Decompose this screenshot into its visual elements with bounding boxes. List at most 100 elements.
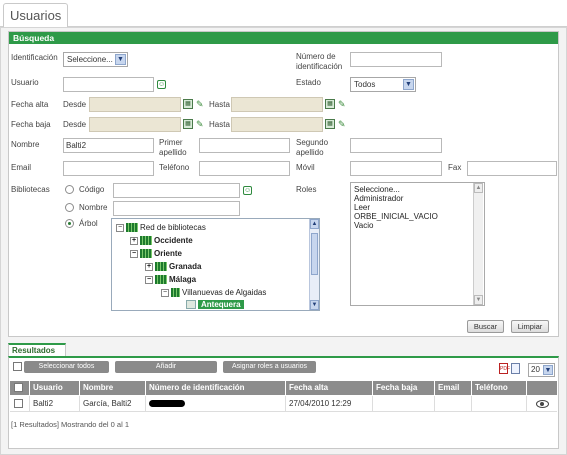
tree-scrollbar[interactable]: ▲ ▼ <box>309 219 319 310</box>
column-header-fecha-alta[interactable]: Fecha alta <box>286 381 373 395</box>
excel-icon[interactable] <box>511 363 520 374</box>
search-section-title: Búsqueda <box>9 32 558 44</box>
tree-node[interactable]: − Oriente <box>130 248 182 260</box>
column-header-fecha-baja[interactable]: Fecha baja <box>373 381 435 395</box>
nombre-input[interactable]: Balti2 <box>63 138 154 153</box>
pdf-icon[interactable]: PDF <box>499 363 510 374</box>
segundo-apellido-label: Segundo apellido <box>296 138 329 157</box>
select-all-checkbox[interactable] <box>13 362 22 371</box>
redacted-number <box>149 400 185 408</box>
tree-node-selected[interactable]: Antequera <box>186 299 244 311</box>
select-all-button[interactable]: Seleccionar todos <box>24 361 109 373</box>
radio-arbol[interactable] <box>65 219 74 228</box>
books-icon <box>140 249 152 259</box>
column-header-telefono[interactable]: Teléfono <box>472 381 527 395</box>
tree-node-label: Antequera <box>198 300 244 309</box>
calendar-icon[interactable]: ▦ <box>183 119 193 129</box>
tree-node-label: Red de bibliotecas <box>140 223 206 232</box>
column-header-nombre[interactable]: Nombre <box>80 381 146 395</box>
chevron-down-icon: ▼ <box>403 79 414 90</box>
nombre-biblioteca-input[interactable] <box>113 201 240 216</box>
primer-apellido-input[interactable] <box>199 138 290 153</box>
page-size-value: 20 <box>531 365 540 374</box>
books-icon <box>126 223 138 233</box>
fecha-alta-hasta-input[interactable] <box>231 97 323 112</box>
tree-node-label: Occidente <box>154 236 193 245</box>
telefono-label: Teléfono <box>159 163 190 172</box>
usuario-label: Usuario <box>11 78 39 87</box>
library-picker-icon[interactable]: ☺ <box>243 186 252 195</box>
identificacion-select[interactable]: Seleccione... ▼ <box>63 52 128 67</box>
limpiar-button[interactable]: Limpiar <box>511 320 549 333</box>
movil-input[interactable] <box>350 161 442 176</box>
collapse-icon[interactable]: − <box>145 275 153 284</box>
radio-arbol-label: Árbol <box>79 219 98 228</box>
column-header-usuario[interactable]: Usuario <box>30 381 80 395</box>
results-tab: Resultados <box>8 343 66 356</box>
fecha-alta-desde-input[interactable] <box>89 97 181 112</box>
asignar-roles-button[interactable]: Asignar roles a usuarios <box>223 361 316 373</box>
column-header-numero[interactable]: Número de identificación <box>146 381 286 395</box>
pencil-icon[interactable]: ✎ <box>338 119 346 129</box>
tab-bar: Usuarios <box>0 0 567 28</box>
pencil-icon[interactable]: ✎ <box>196 99 204 109</box>
expand-icon[interactable]: + <box>145 262 153 271</box>
column-header-actions <box>527 381 557 395</box>
email-input[interactable] <box>63 161 154 176</box>
codigo-input[interactable] <box>113 183 240 198</box>
scroll-down-icon[interactable]: ▼ <box>310 300 319 310</box>
roles-option[interactable]: Vacio <box>354 221 373 231</box>
telefono-input[interactable] <box>199 161 290 176</box>
table-row[interactable]: Balti2 García, Balti2 27/04/2010 12:29 <box>10 396 557 412</box>
scroll-up-icon[interactable]: ▲ <box>310 219 319 229</box>
tree-node[interactable]: + Granada <box>145 261 201 273</box>
book-icon <box>171 288 180 298</box>
library-tree[interactable]: − Red de bibliotecas + Occidente − Oriente … <box>111 218 320 311</box>
pencil-icon[interactable]: ✎ <box>196 119 204 129</box>
estado-select[interactable]: Todos ▼ <box>350 77 416 92</box>
scroll-thumb[interactable] <box>311 233 318 275</box>
estado-select-value: Todos <box>354 80 376 89</box>
anadir-button[interactable]: Añadir <box>115 361 217 373</box>
calendar-icon[interactable]: ▦ <box>325 119 335 129</box>
tab-usuarios[interactable]: Usuarios <box>3 3 68 28</box>
tree-node[interactable]: − Villanuevas de Algaidas <box>161 287 266 299</box>
user-picker-icon[interactable]: ☺ <box>157 80 166 89</box>
calendar-icon[interactable]: ▦ <box>325 99 335 109</box>
tree-node[interactable]: − Málaga <box>145 274 196 286</box>
page-size-select[interactable]: 20 ▼ <box>528 363 555 377</box>
column-header-email[interactable]: Email <box>435 381 472 395</box>
segundo-apellido-input[interactable] <box>350 138 442 153</box>
cell-telefono <box>472 396 527 412</box>
fecha-alta-hasta-label: Hasta <box>209 100 230 109</box>
tree-node[interactable]: + Occidente <box>130 235 193 247</box>
radio-codigo[interactable] <box>65 185 74 194</box>
buscar-button[interactable]: Buscar <box>467 320 504 333</box>
numero-identificacion-input[interactable] <box>350 52 442 67</box>
expand-icon[interactable]: + <box>130 236 138 245</box>
fecha-baja-desde-input[interactable] <box>89 117 181 132</box>
books-icon <box>140 236 152 246</box>
chevron-down-icon: ▼ <box>115 54 126 65</box>
scroll-up-icon[interactable]: ▲ <box>474 183 483 193</box>
tree-node-label: Granada <box>169 262 202 271</box>
fax-input[interactable] <box>467 161 557 176</box>
collapse-icon[interactable]: − <box>130 249 138 258</box>
pencil-icon[interactable]: ✎ <box>338 99 346 109</box>
collapse-icon[interactable]: − <box>116 223 124 232</box>
fecha-baja-hasta-input[interactable] <box>231 117 323 132</box>
scroll-down-icon[interactable]: ▼ <box>474 295 483 305</box>
calendar-icon[interactable]: ▦ <box>183 99 193 109</box>
roles-listbox[interactable]: Seleccione... Administrador Leer ORBE_IN… <box>350 182 485 306</box>
cell-actions <box>527 396 557 412</box>
row-checkbox[interactable] <box>14 399 23 408</box>
tree-node[interactable]: − Red de bibliotecas <box>116 222 206 234</box>
cell-email <box>435 396 472 412</box>
usuario-input[interactable] <box>63 77 154 92</box>
radio-nombre[interactable] <box>65 203 74 212</box>
roles-scrollbar[interactable]: ▲ ▼ <box>473 183 483 305</box>
header-select-checkbox[interactable] <box>14 383 23 392</box>
eye-icon[interactable] <box>536 400 549 408</box>
row-checkbox-cell <box>10 396 30 412</box>
collapse-icon[interactable]: − <box>161 288 169 297</box>
